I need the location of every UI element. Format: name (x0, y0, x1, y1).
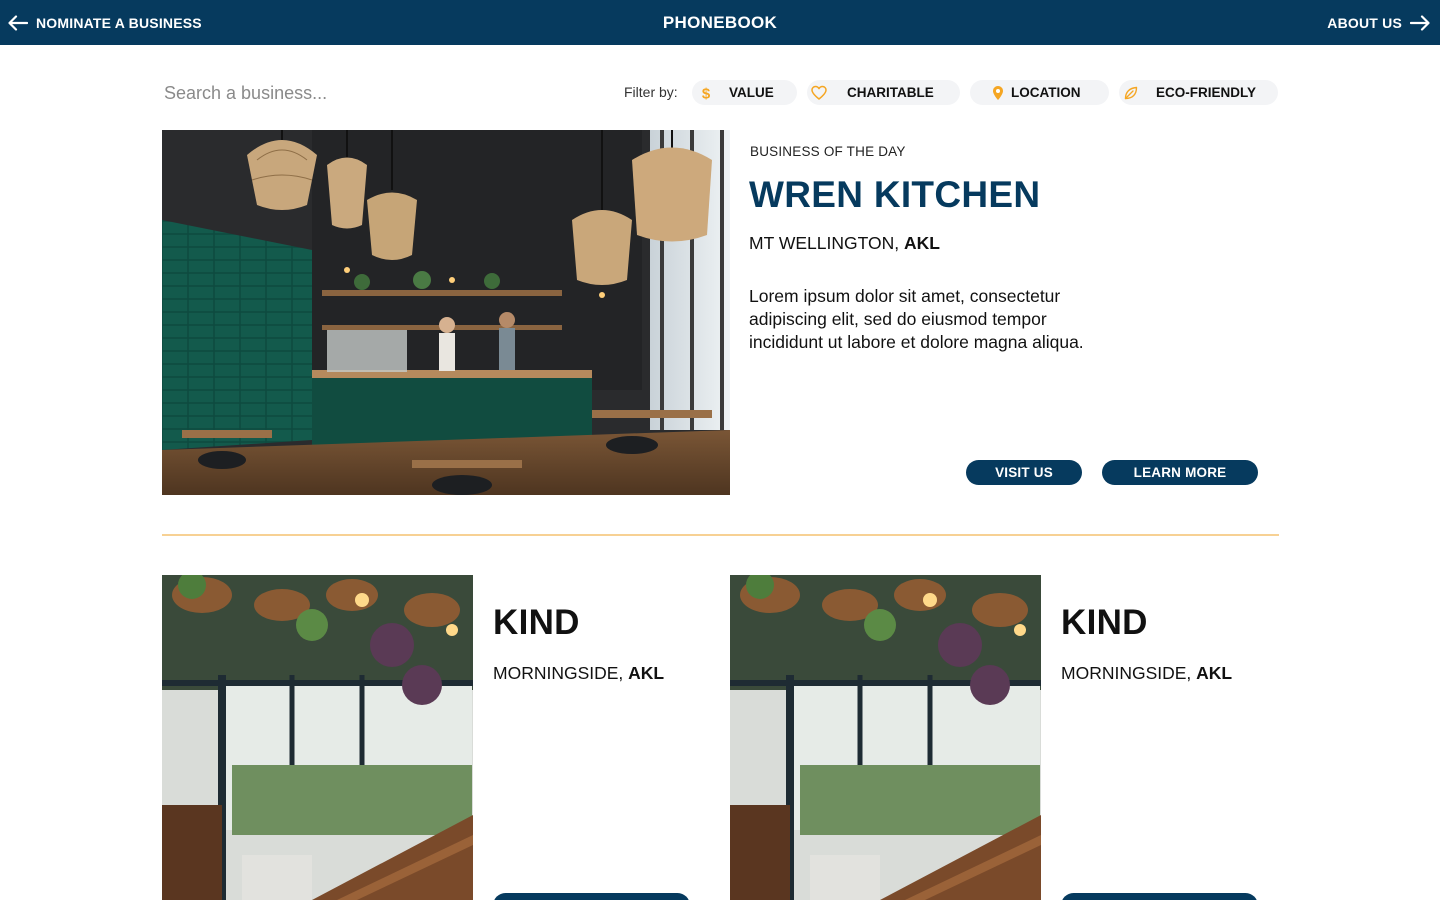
featured-business-description: Lorem ipsum dolor sit amet, consectetur … (749, 286, 1084, 352)
featured-business-name: WREN KITCHEN (749, 174, 1041, 215)
location-city: AKL (628, 663, 665, 683)
filter-by-label: Filter by: (624, 84, 678, 100)
filter-chip-label: VALUE (729, 85, 774, 100)
business-card-location: MORNINGSIDE, AKL (1061, 663, 1232, 684)
location-suburb: MORNINGSIDE, (493, 663, 629, 683)
location-suburb: MORNINGSIDE, (1061, 663, 1197, 683)
filter-chip-eco-friendly[interactable]: ECO-FRIENDLY (1119, 80, 1278, 105)
business-card-name: KIND (1061, 603, 1148, 642)
featured-business-photo (162, 130, 730, 495)
svg-text:$: $ (702, 86, 711, 102)
business-card-photo (730, 575, 1041, 900)
arrow-right-icon (1410, 14, 1430, 31)
filter-chip-location[interactable]: LOCATION (970, 80, 1109, 105)
heart-icon (811, 85, 827, 100)
nominate-business-link[interactable]: NOMINATE A BUSINESS (8, 0, 202, 45)
top-nav-bar: NOMINATE A BUSINESS PHONEBOOK ABOUT US (0, 0, 1440, 45)
about-us-link[interactable]: ABOUT US (1327, 0, 1430, 45)
brand-title: PHONEBOOK (662, 13, 778, 32)
about-us-label: ABOUT US (1327, 14, 1402, 31)
featured-business-location: MT WELLINGTON, AKL (749, 233, 940, 254)
filter-chip-label: LOCATION (1011, 85, 1081, 100)
leaf-icon (1124, 86, 1138, 100)
search-input[interactable] (162, 78, 492, 108)
map-pin-icon (993, 86, 1003, 100)
business-of-the-day-label: BUSINESS OF THE DAY (750, 144, 906, 159)
dollar-icon: $ (702, 86, 711, 102)
section-divider (162, 534, 1279, 536)
business-card-location: MORNINGSIDE, AKL (493, 663, 664, 684)
visit-us-button[interactable]: VISIT US (966, 460, 1082, 485)
nominate-business-label: NOMINATE A BUSINESS (36, 14, 202, 31)
business-card-photo (162, 575, 473, 900)
filter-chip-charitable[interactable]: CHARITABLE (807, 80, 960, 105)
arrow-left-icon (8, 14, 28, 31)
filter-chip-label: ECO-FRIENDLY (1156, 85, 1257, 100)
business-card-button[interactable] (493, 893, 690, 900)
location-city: AKL (1196, 663, 1233, 683)
business-card-name: KIND (493, 603, 580, 642)
filter-chip-value[interactable]: $ VALUE (692, 80, 797, 105)
location-suburb: MT WELLINGTON, (749, 233, 904, 253)
location-city: AKL (903, 233, 940, 253)
filter-chip-label: CHARITABLE (847, 85, 934, 100)
business-card-button[interactable] (1061, 893, 1258, 900)
learn-more-button[interactable]: LEARN MORE (1102, 460, 1258, 485)
